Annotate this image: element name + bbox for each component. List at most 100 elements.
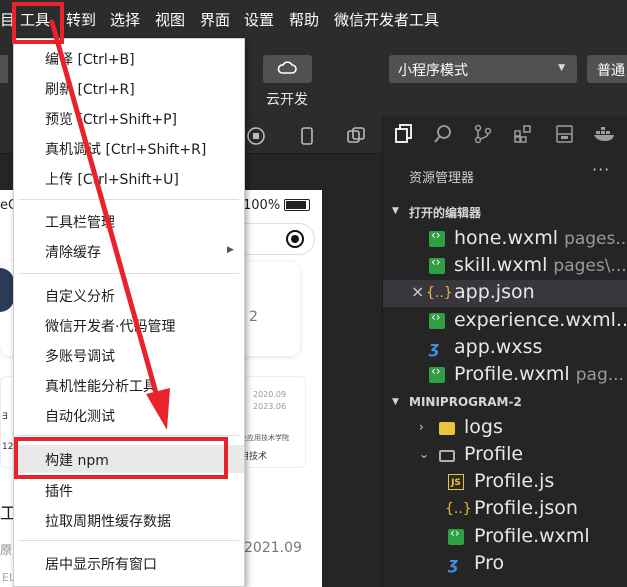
file-name: experience.wxml... (454, 309, 627, 331)
open-editor-experience-wxml[interactable]: experience.wxml... (383, 308, 627, 335)
docker-icon[interactable] (593, 124, 617, 144)
menu-item-label: 微信开发者·代码管理 (45, 319, 176, 335)
tree-folder-profile[interactable]: ⌄ Profile (383, 442, 627, 469)
left-number-fragment: 12 (2, 442, 14, 452)
stop-icon[interactable] (246, 126, 266, 146)
mode-select[interactable]: 小程序模式 ▼ (389, 55, 577, 83)
open-editor-app-json[interactable]: × {..} app.json (383, 280, 627, 307)
tree-file-profile-json[interactable]: {..} Profile.json (383, 496, 627, 523)
menu-item-automation-test[interactable]: 自动化测试 (14, 401, 244, 429)
file-name: Pro (474, 552, 505, 574)
toolbar-button-partial[interactable] (0, 55, 8, 83)
menu-item-clear-cache[interactable]: 清除缓存 ▶ (14, 237, 244, 265)
menu-divider (19, 540, 239, 541)
menu-item-refresh[interactable]: 刷新 [Ctrl+R] (14, 74, 244, 102)
chevron-down-icon: ▼ (392, 206, 399, 216)
menu-item-label: 真机调试 [Ctrl+Shift+R] (45, 142, 207, 158)
wxml-file-icon (429, 228, 445, 247)
file-name: Profile.wxml (474, 525, 590, 547)
tree-folder-logs[interactable]: › logs (383, 415, 627, 442)
wxml-file-icon (448, 526, 464, 545)
open-editors-header[interactable]: ▼ 打开的编辑器 (383, 200, 627, 224)
annotation-box-tools-menu (12, 2, 64, 44)
menu-item-remote-debug[interactable]: 真机调试 [Ctrl+Shift+R] (14, 134, 244, 162)
open-editor-hone-wxml[interactable]: hone.wxml pages... (383, 226, 627, 253)
close-icon[interactable]: × (411, 282, 424, 301)
experience-date: 2021.09 (244, 540, 302, 556)
wxss-file-icon: ʒ (448, 554, 459, 573)
menu-item-compile[interactable]: 编译 [Ctrl+B] (14, 44, 244, 72)
mode-select-value: 小程序模式 (398, 63, 468, 79)
menu-view[interactable]: 视图 (155, 9, 185, 30)
json-file-icon: {..} (445, 501, 472, 517)
file-path: pag... (575, 365, 624, 385)
open-editor-profile-wxml[interactable]: Profile.wxml pag... (383, 362, 627, 389)
menu-item-label: 拉取周期性缓存数据 (45, 514, 171, 530)
chevron-down-icon: ▼ (558, 63, 565, 73)
section-subtitle-fragment: 原 (0, 543, 13, 557)
cloud-dev-button[interactable] (263, 55, 312, 83)
menu-item-label: 自定义分析 (45, 289, 115, 305)
menu-help[interactable]: 帮助 (289, 9, 319, 30)
open-editors-label: 打开的编辑器 (409, 206, 482, 220)
detach-window-icon[interactable] (346, 126, 366, 146)
folder-name: logs (464, 416, 503, 438)
school-name: 业应用技术学院 (240, 434, 289, 442)
file-name: Profile.json (474, 497, 578, 519)
more-actions-icon[interactable]: ··· (592, 160, 610, 179)
menu-item-label: 工具栏管理 (45, 215, 115, 231)
menu-wechat-devtools[interactable]: 微信开发者工具 (334, 9, 439, 30)
open-editor-app-wxss[interactable]: ʒ app.wxss (383, 335, 627, 362)
tree-file-profile-js[interactable]: JS Profile.js (383, 469, 627, 496)
phone-icon[interactable] (298, 126, 316, 146)
menu-item-fetch-periodic-cache[interactable]: 拉取周期性缓存数据 (14, 506, 244, 534)
left-text-fragment: ∃ (2, 412, 8, 422)
menu-select[interactable]: 选择 (110, 9, 140, 30)
menu-item-label: 自动化测试 (45, 409, 115, 425)
submenu-arrow-icon: ▶ (227, 245, 234, 255)
wxml-file-icon (429, 255, 445, 274)
menu-item-multi-account-debug[interactable]: 多账号调试 (14, 341, 244, 369)
menu-bar: 目 工具 转到 选择 视图 界面 设置 帮助 微信开发者工具 (0, 0, 627, 38)
menu-item-label: 预览 [Ctrl+Shift+P] (45, 112, 178, 128)
folder-icon (439, 422, 455, 435)
chevron-down-icon: ⌄ (419, 447, 430, 461)
menu-item-toolbar-manage[interactable]: 工具栏管理 (14, 207, 244, 235)
menu-item-custom-analysis[interactable]: 自定义分析 (14, 281, 244, 309)
chevron-right-icon: › (419, 420, 424, 434)
files-icon[interactable] (395, 124, 413, 144)
menu-interface[interactable]: 界面 (200, 9, 230, 30)
file-name: skill.wxml (454, 254, 548, 276)
file-name: Profile.js (474, 470, 555, 492)
extensions-icon[interactable] (513, 124, 533, 144)
annotation-box-build-npm (14, 437, 228, 479)
menu-item-plugins[interactable]: 插件 (14, 476, 244, 504)
tree-file-profile-wxss[interactable]: ʒ Pro (383, 551, 627, 578)
menu-settings[interactable]: 设置 (244, 9, 274, 30)
compile-mode-select[interactable]: 普通 (587, 55, 627, 83)
menu-divider (19, 273, 239, 274)
storage-icon[interactable] (555, 124, 575, 144)
source-control-icon[interactable] (473, 124, 493, 144)
file-name: app.wxss (454, 336, 543, 358)
menu-item-center-windows[interactable]: 居中显示所有窗口 (14, 549, 244, 577)
explorer-panel: 资源管理器 ··· ▼ 打开的编辑器 hone.wxml pages... sk… (382, 154, 627, 587)
battery-percentage: 100% (243, 198, 281, 213)
search-icon[interactable] (433, 124, 453, 144)
menu-goto[interactable]: 转到 (66, 9, 96, 30)
menu-item-upload[interactable]: 上传 [Ctrl+Shift+U] (14, 164, 244, 192)
tree-file-profile-wxml[interactable]: Profile.wxml (383, 524, 627, 551)
menu-item-label: 居中显示所有窗口 (45, 557, 157, 573)
open-editor-skill-wxml[interactable]: skill.wxml pages\... (383, 253, 627, 280)
project-name: MINIPROGRAM-2 (409, 395, 522, 409)
menu-item-label: 刷新 [Ctrl+R] (45, 82, 135, 98)
record-close-icon[interactable] (286, 230, 304, 248)
file-path: pages\... (553, 256, 627, 276)
file-name: app.json (454, 281, 535, 303)
menu-item-preview[interactable]: 预览 [Ctrl+Shift+P] (14, 104, 244, 132)
menu-item-performance-tool[interactable]: 真机性能分析工具 (14, 371, 244, 399)
project-header[interactable]: ▼ MINIPROGRAM-2 (383, 391, 627, 415)
wxml-file-icon (429, 364, 445, 383)
menu-item-code-management[interactable]: 微信开发者·代码管理 (14, 311, 244, 339)
explorer-title: 资源管理器 (409, 171, 475, 186)
